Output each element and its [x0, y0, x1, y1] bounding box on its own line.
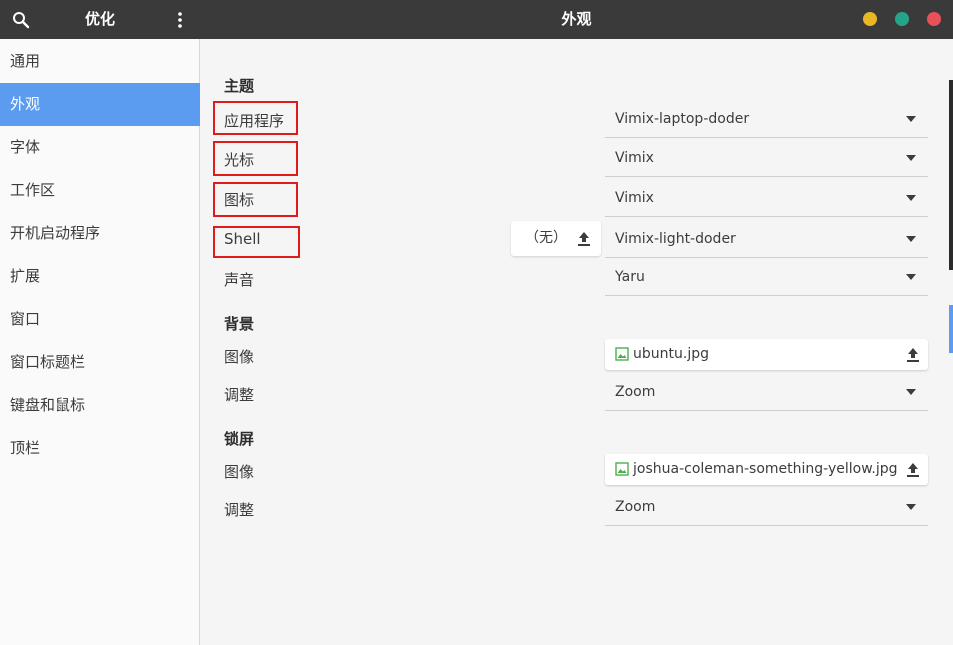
cursor-theme-dropdown[interactable]: Vimix: [605, 139, 928, 177]
background-image-label: 图像: [224, 348, 255, 366]
icons-label: 图标: [224, 191, 255, 209]
chevron-down-icon: [906, 236, 916, 242]
cursor-label: 光标: [224, 151, 255, 169]
background-image-button[interactable]: ubuntu.jpg: [605, 339, 928, 370]
sidebar-item-startup-apps[interactable]: 开机启动程序: [0, 212, 200, 255]
lockscreen-adjust-label: 调整: [224, 501, 255, 519]
sidebar: 通用 外观 字体 工作区 开机启动程序 扩展 窗口 窗口标题栏 键盘和鼠标 顶栏: [0, 39, 200, 645]
upload-icon: [577, 231, 591, 247]
upload-icon: [906, 462, 920, 478]
lockscreen-image-label: 图像: [224, 463, 255, 481]
shell-file-button[interactable]: （无）: [511, 221, 601, 256]
minimize-button[interactable]: [863, 12, 877, 26]
sidebar-title: 优化: [84, 10, 115, 28]
main-panel: 主题 应用程序 Vimix-laptop-doder 光标 Vimix 图标 V…: [201, 39, 953, 645]
lockscreen-image-button[interactable]: joshua-coleman-something-yellow.jpg: [605, 454, 928, 485]
sidebar-item-top-bar[interactable]: 顶栏: [0, 427, 200, 470]
image-file-icon: [615, 347, 629, 361]
section-title-background: 背景: [224, 315, 255, 333]
sidebar-item-keyboard-mouse[interactable]: 键盘和鼠标: [0, 384, 200, 427]
shell-file-value: （无）: [525, 230, 567, 246]
chevron-down-icon: [906, 195, 916, 201]
sound-theme-dropdown[interactable]: Yaru: [605, 258, 928, 296]
sidebar-item-window-titlebars[interactable]: 窗口标题栏: [0, 341, 200, 384]
chevron-down-icon: [906, 116, 916, 122]
chevron-down-icon: [906, 155, 916, 161]
window-edge-accent: [949, 305, 953, 353]
shell-theme-dropdown[interactable]: Vimix-light-doder: [605, 220, 928, 258]
section-title-themes: 主题: [224, 77, 255, 95]
sound-label: 声音: [224, 271, 255, 289]
background-adjust-label: 调整: [224, 386, 255, 404]
shell-label: Shell: [224, 230, 261, 248]
background-adjust-dropdown[interactable]: Zoom: [605, 373, 928, 411]
sidebar-item-general[interactable]: 通用: [0, 40, 200, 83]
sidebar-item-fonts[interactable]: 字体: [0, 126, 200, 169]
shell-theme-value: Vimix-light-doder: [615, 231, 736, 247]
chevron-down-icon: [906, 274, 916, 280]
sidebar-header: 优化: [0, 0, 200, 39]
cursor-theme-value: Vimix: [615, 150, 654, 166]
close-button[interactable]: [927, 12, 941, 26]
applications-theme-dropdown[interactable]: Vimix-laptop-doder: [605, 100, 928, 138]
image-file-icon: [615, 462, 629, 476]
chevron-down-icon: [906, 504, 916, 510]
maximize-button[interactable]: [895, 12, 909, 26]
sidebar-item-appearance[interactable]: 外观: [0, 83, 200, 126]
icons-theme-value: Vimix: [615, 190, 654, 206]
background-adjust-value: Zoom: [615, 384, 656, 400]
lockscreen-adjust-dropdown[interactable]: Zoom: [605, 488, 928, 526]
window-edge: [949, 80, 953, 270]
section-title-lockscreen: 锁屏: [224, 430, 255, 448]
applications-theme-value: Vimix-laptop-doder: [615, 111, 750, 127]
background-image-filename: ubuntu.jpg: [633, 346, 709, 362]
chevron-down-icon: [906, 389, 916, 395]
applications-label: 应用程序: [224, 112, 285, 130]
lockscreen-image-filename: joshua-coleman-something-yellow.jpg: [633, 461, 898, 477]
upload-icon: [906, 347, 920, 363]
sound-theme-value: Yaru: [615, 269, 645, 285]
header-bar: 优化 外观: [0, 0, 953, 39]
lockscreen-adjust-value: Zoom: [615, 499, 656, 515]
vertical-dots-icon[interactable]: [170, 10, 190, 30]
icons-theme-dropdown[interactable]: Vimix: [605, 179, 928, 217]
search-icon[interactable]: [12, 11, 30, 29]
page-title: 外观: [561, 10, 592, 28]
sidebar-item-extensions[interactable]: 扩展: [0, 255, 200, 298]
sidebar-item-windows[interactable]: 窗口: [0, 298, 200, 341]
sidebar-item-workspaces[interactable]: 工作区: [0, 169, 200, 212]
